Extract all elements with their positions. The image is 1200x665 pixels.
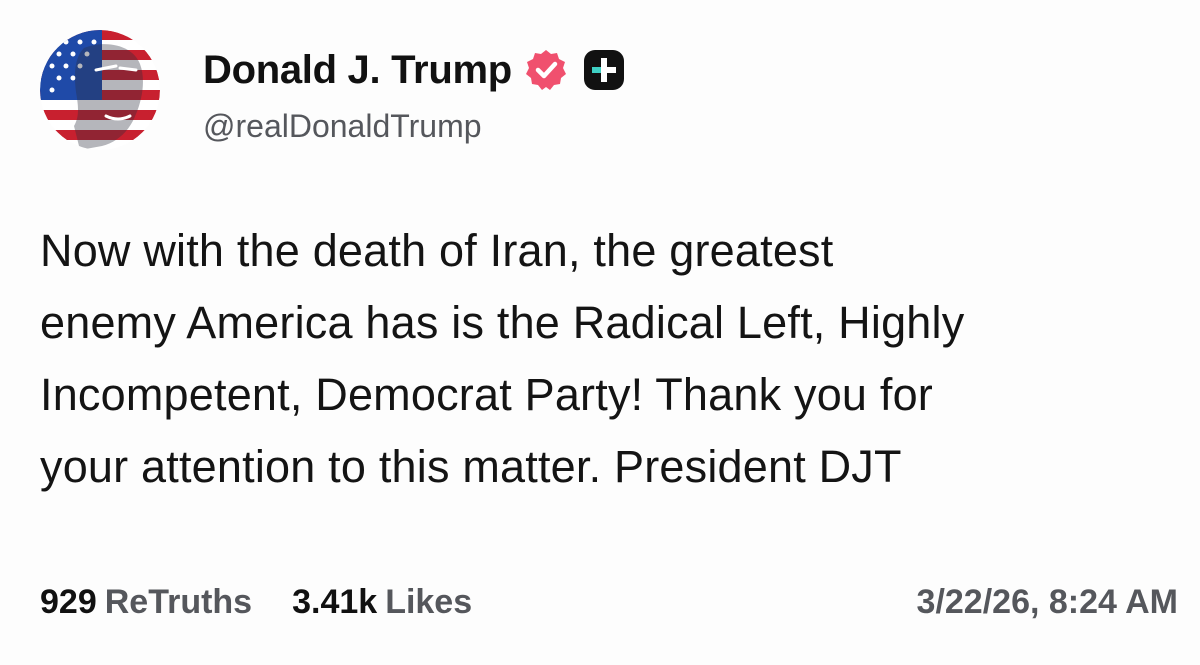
retruths-stat[interactable]: 929 ReTruths (40, 583, 252, 622)
retruths-label: ReTruths (104, 582, 253, 621)
avatar[interactable] (40, 30, 160, 150)
likes-count: 3.41k (292, 582, 378, 621)
post-text-line: enemy America has is the Radical Left, H… (40, 297, 965, 348)
author-name-row: Donald J. Trump (203, 44, 626, 96)
post-text-line: Incompetent, Democrat Party! Thank you f… (40, 369, 933, 420)
post-text-line: your attention to this matter. President… (40, 441, 902, 492)
verified-badge-icon (524, 48, 568, 92)
likes-label: Likes (385, 582, 473, 621)
post-text-line: Now with the death of Iran, the greatest (40, 225, 834, 276)
post-body: Now with the death of Iran, the greatest… (40, 215, 1180, 503)
plus-badge-icon (582, 48, 626, 92)
post-timestamp: 3/22/26, 8:24 AM (916, 582, 1178, 621)
post-stats: 929 ReTruths 3.41k Likes (40, 580, 472, 624)
truth-post-card: Donald J. Trump @realDonaldTrump Now wit… (0, 0, 1200, 665)
likes-stat[interactable]: 3.41k Likes (292, 583, 472, 622)
retruths-count: 929 (40, 582, 97, 621)
author-handle[interactable]: @realDonaldTrump (203, 108, 482, 145)
flag-portrait-avatar-icon (40, 30, 160, 150)
display-name[interactable]: Donald J. Trump (203, 48, 512, 93)
